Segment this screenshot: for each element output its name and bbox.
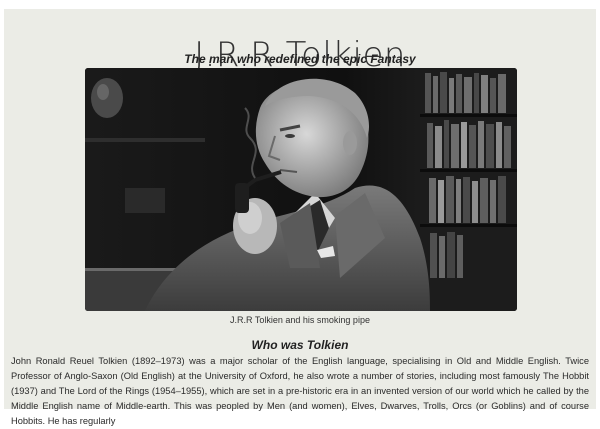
portrait-photo-icon <box>85 68 517 311</box>
image-caption: J.R.R Tolkien and his smoking pipe <box>230 315 370 325</box>
page-subtitle: The man who redefined the epic Fantasy <box>184 52 416 66</box>
section-heading: Who was Tolkien <box>251 338 349 352</box>
tribute-page: J.R.R Tolkien The man who redefined the … <box>4 9 596 426</box>
bio-paragraph: John Ronald Reuel Tolkien (1892–1973) wa… <box>11 356 589 426</box>
tolkien-portrait-image <box>85 68 517 311</box>
